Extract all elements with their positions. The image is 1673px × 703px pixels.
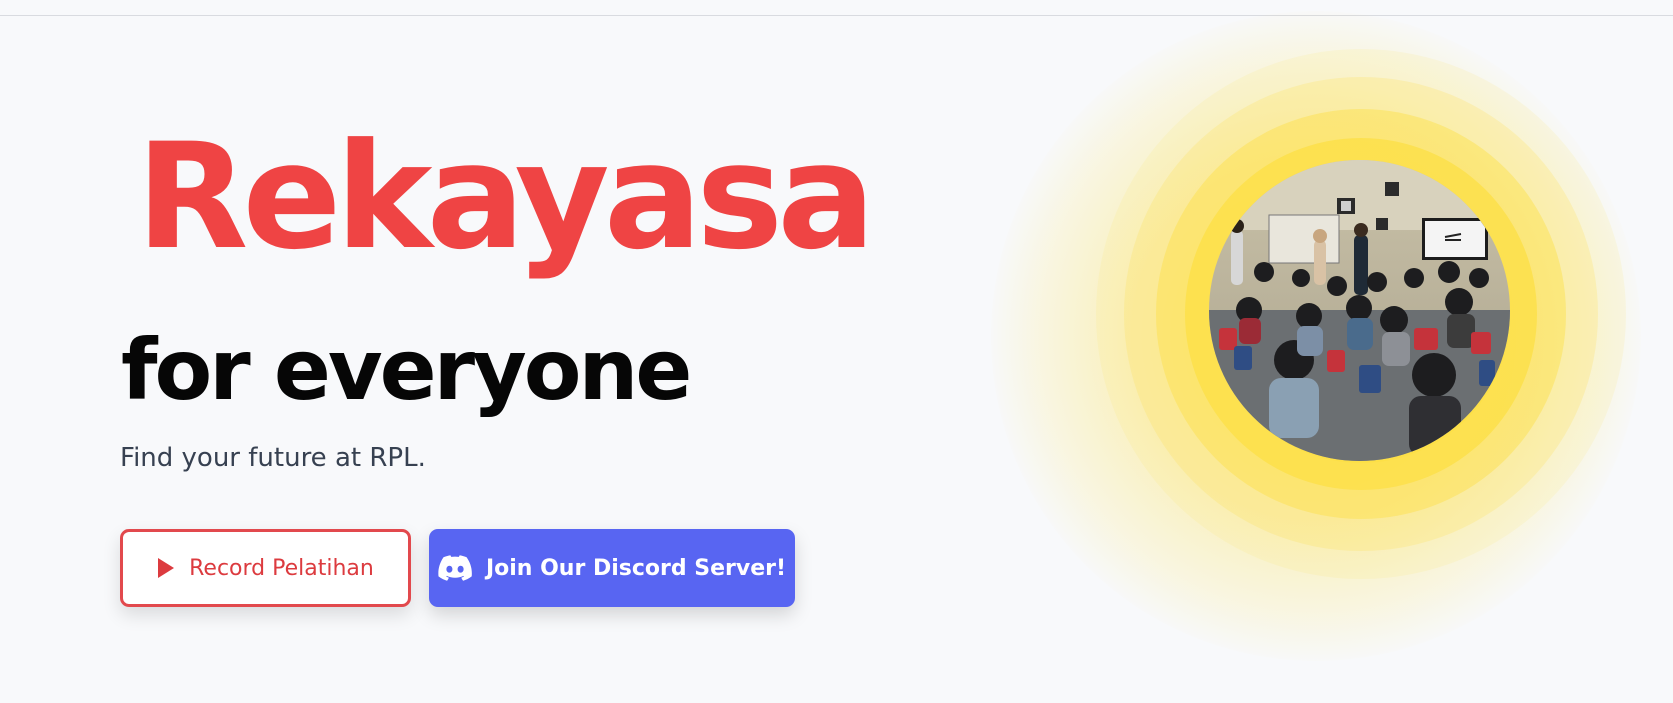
discord-icon <box>438 555 472 581</box>
hero-tagline: Find your future at RPL. <box>120 443 426 473</box>
play-icon <box>157 557 175 579</box>
record-pelatihan-button[interactable]: Record Pelatihan <box>120 529 411 607</box>
hero-section: Rekayasa for everyone Find your future a… <box>0 0 1673 703</box>
hero-subtitle: for everyone <box>121 321 692 419</box>
header-divider <box>0 15 1673 16</box>
join-discord-label: Join Our Discord Server! <box>485 555 787 581</box>
record-pelatihan-label: Record Pelatihan <box>189 555 374 581</box>
classroom-photo <box>1209 160 1510 461</box>
join-discord-button[interactable]: Join Our Discord Server! <box>429 529 795 607</box>
hero-title: Rekayasa <box>136 112 876 282</box>
